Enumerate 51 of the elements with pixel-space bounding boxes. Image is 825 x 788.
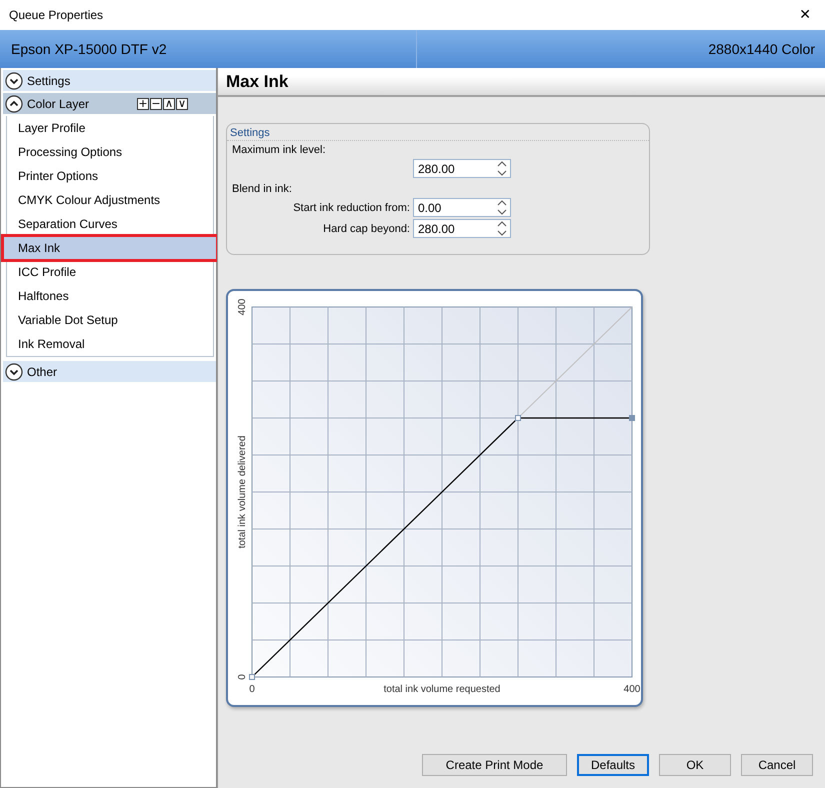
field-label: Start ink reduction from: <box>293 202 410 214</box>
spin-arrows-icon[interactable] <box>497 200 507 215</box>
dialog-button[interactable]: Cancel <box>741 754 813 776</box>
panel-title: Max Ink <box>218 68 825 97</box>
number-field[interactable]: 280.00 <box>413 159 511 178</box>
sidebar-item[interactable]: Variable Dot Setup <box>8 308 212 332</box>
layer-tool-button[interactable]: + <box>137 98 149 110</box>
layer-tool-button[interactable]: − <box>150 98 162 110</box>
curve-handle[interactable] <box>629 415 635 421</box>
spin-arrows-icon[interactable] <box>497 161 507 176</box>
section-label: Settings <box>27 74 72 88</box>
number-field[interactable]: 280.00 <box>413 219 511 238</box>
section-header[interactable]: Settings <box>3 70 216 91</box>
axis-tick-label: 0 <box>237 674 248 680</box>
y-axis-title: total ink volume delivered <box>237 436 248 548</box>
sidebar-item[interactable]: CMYK Colour Adjustments <box>8 188 212 212</box>
layer-tool-button[interactable]: ∧ <box>163 98 175 110</box>
field-label: Blend in ink: <box>231 182 293 197</box>
spin-arrows-icon[interactable] <box>497 221 507 236</box>
axis-tick-label: 400 <box>237 298 248 316</box>
curve-handle[interactable] <box>515 415 521 421</box>
layer-tool-button[interactable]: ∨ <box>176 98 188 110</box>
close-button[interactable]: ✕ <box>793 3 817 27</box>
sidebar-item[interactable]: Halftones <box>8 284 212 308</box>
expand-icon[interactable] <box>5 362 23 380</box>
collapse-icon[interactable] <box>5 94 23 112</box>
section-header[interactable]: Color Layer + − ∧ ∨ <box>3 93 216 114</box>
axis-tick-label: 0 <box>249 684 255 695</box>
print-mode: 2880x1440 Color <box>707 41 816 57</box>
sidebar-item[interactable]: Separation Curves <box>8 212 212 236</box>
sidebar-item[interactable]: Ink Removal <box>8 332 212 356</box>
field-label: Maximum ink level: <box>231 143 327 158</box>
sidebar-item[interactable]: Printer Options <box>8 164 212 188</box>
section-header[interactable]: Other <box>3 361 216 382</box>
section-label: Other <box>27 364 58 378</box>
curve-handle[interactable] <box>249 674 255 680</box>
x-axis-title: total ink volume requested <box>384 684 500 695</box>
sidebar-item[interactable]: ICC Profile <box>8 260 212 284</box>
sidebar-item[interactable]: Processing Options <box>8 140 212 164</box>
dialog-button[interactable]: Defaults <box>577 754 649 776</box>
sidebar-item[interactable]: Max Ink <box>3 236 217 260</box>
window-title: Queue Properties <box>9 8 104 22</box>
dialog-button[interactable]: OK <box>659 754 731 776</box>
dialog-button[interactable]: Create Print Mode <box>422 754 567 776</box>
section-label: Color Layer <box>27 96 90 110</box>
number-field[interactable]: 0.00 <box>413 198 511 217</box>
field-label: Hard cap beyond: <box>323 222 410 234</box>
axis-tick-label: 400 <box>624 684 640 695</box>
sidebar-item[interactable]: Layer Profile <box>8 116 212 140</box>
expand-icon[interactable] <box>5 72 23 90</box>
group-title: Settings <box>227 124 649 141</box>
